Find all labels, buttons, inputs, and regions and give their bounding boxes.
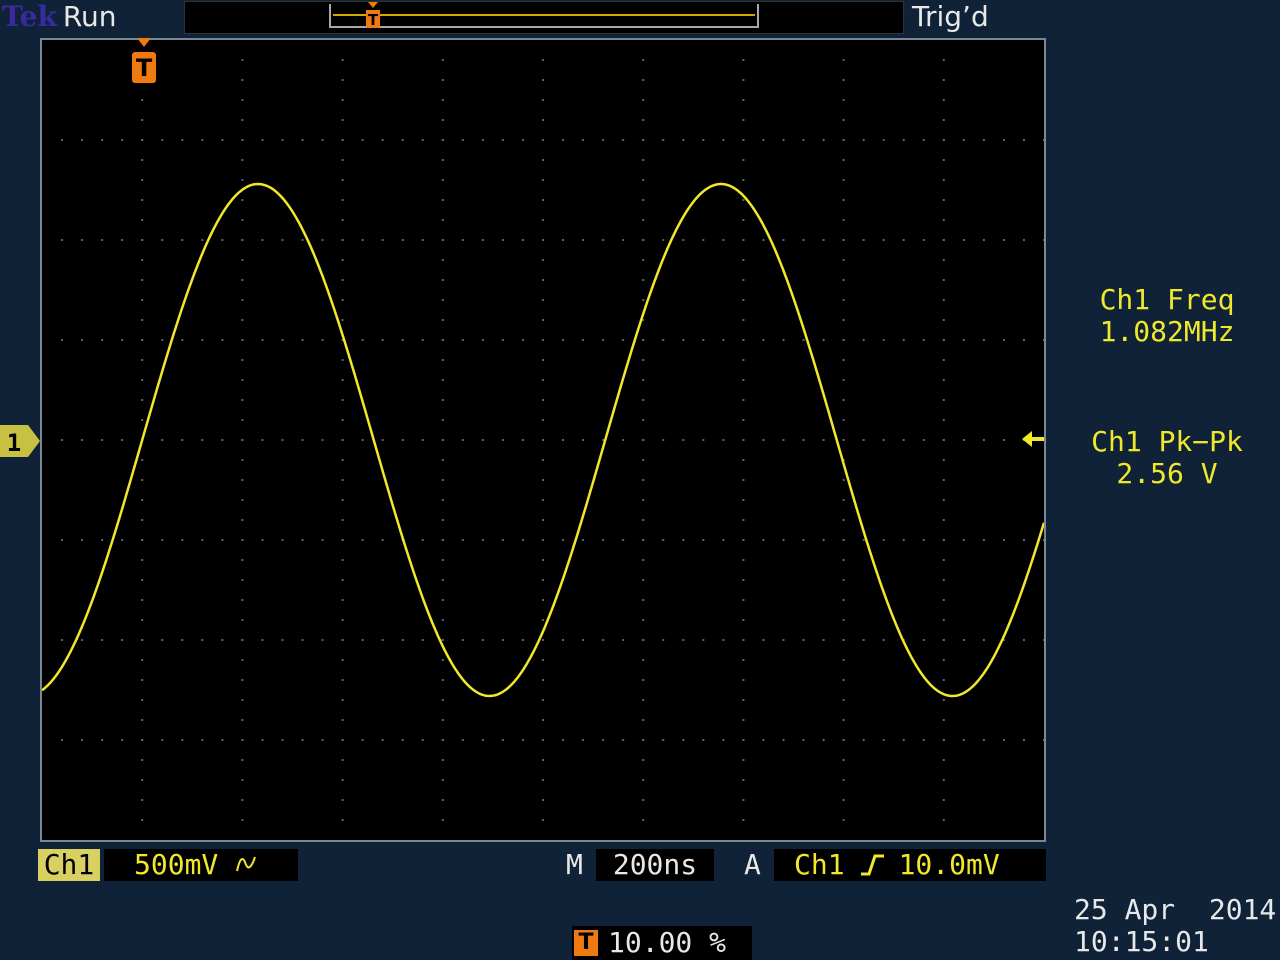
pkpk-label: Ch1 Pk−Pk [1091,425,1243,458]
trigger-position-value: 10.00 % [608,926,727,959]
record-view-window [329,4,759,28]
datetime: 25 Apr 2014 10:15:01 [1074,894,1276,958]
ac-coupling-icon [236,856,257,872]
acquisition-state: Run [62,0,117,33]
time: 10:15:01 [1074,925,1209,958]
ch1-scale-readout[interactable]: 500mV [104,849,298,881]
trigger-mode-label: A [744,848,761,881]
trigger-position-marker[interactable]: T [131,38,157,84]
trigger-position-marker-label: T [136,54,153,82]
freq-value: 1.082MHz [1099,315,1235,348]
record-trigger-marker: T [366,2,380,29]
pkpk-value: 2.56 V [1116,457,1218,490]
brand: Tek Run [2,0,117,34]
trigger-level-marker[interactable] [1020,429,1044,449]
ch1-ground-marker-label: 1 [7,429,21,457]
ch1-scale-value: 500mV [134,848,219,881]
ch1-badge[interactable]: Ch1 [38,849,100,881]
waveform-area [42,182,1044,698]
ch1-ground-marker[interactable]: 1 [0,425,42,457]
timebase-label: M [566,848,583,881]
pkpk-measurement: Ch1 Pk−Pk 2.56 V [1072,426,1262,490]
trigger-position-icon: T [574,930,598,956]
record-trigger-label: T [368,11,379,29]
ch1-trace [42,182,1044,698]
trigger-position-readout[interactable]: T 10.00 % [572,926,752,960]
timebase-readout[interactable]: 200ns [596,849,714,881]
freq-label: Ch1 Freq [1099,283,1235,316]
date: 25 Apr 2014 [1074,893,1277,926]
freq-measurement: Ch1 Freq 1.082MHz [1072,284,1262,348]
trigger-readout[interactable]: Ch1 10.0mV [774,849,1046,881]
trigger-status: Trig’d [912,0,989,33]
trigger-source: Ch1 [794,848,845,881]
brand-logo: Tek [2,0,57,33]
rising-edge-icon [860,854,884,876]
trigger-level: 10.0mV [898,848,1000,881]
